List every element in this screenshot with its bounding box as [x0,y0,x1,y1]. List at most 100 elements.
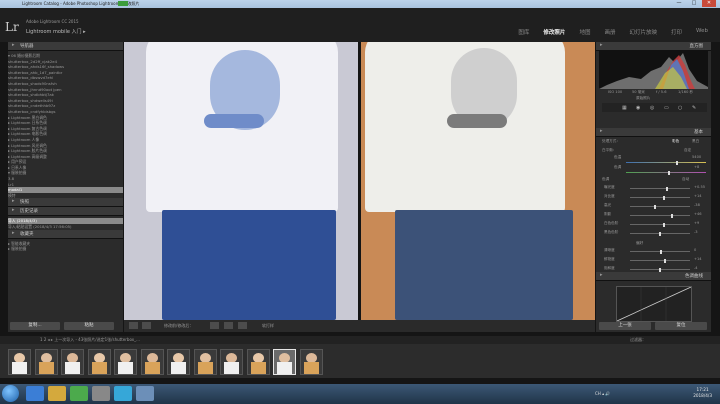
slider-value[interactable]: 0 [694,248,696,252]
white-balance-select[interactable]: 自定 [684,148,691,153]
close-button[interactable]: ✕ [702,0,716,7]
filmstrip-source[interactable]: 1 2 ◂ ▸ 上一次导入 - 43张照片/选定1张/shutterbox_..… [40,337,140,343]
slider-value[interactable]: +46 [694,212,702,216]
temp-value[interactable]: 5400 [692,155,701,159]
adjustment-slider[interactable] [630,204,690,209]
module-print[interactable]: 打印 [671,28,682,36]
slider-value[interactable]: +14 [694,257,702,261]
adjustment-slider[interactable] [630,186,690,191]
adjustment-slider[interactable] [630,258,690,263]
module-library[interactable]: 图库 [518,28,529,36]
filmstrip-thumbnail[interactable] [193,349,217,375]
loupe-view-icon[interactable] [129,322,138,329]
radial-filter-icon[interactable]: ○ [678,105,682,111]
tint-value[interactable]: +8 [694,165,699,169]
slider-knob[interactable] [670,213,673,218]
slider-knob[interactable] [654,204,656,209]
filmstrip-thumbnail[interactable] [167,349,190,375]
reset-button[interactable]: 复位 [655,322,707,330]
swap-icon[interactable] [210,322,219,329]
graduated-filter-icon[interactable]: ▭ [664,105,669,111]
before-after-icon[interactable] [142,322,151,329]
filmstrip-thumbnail[interactable] [87,349,111,375]
filmstrip-thumbnail[interactable] [114,349,137,375]
tint-slider-knob[interactable] [668,170,670,175]
previous-button[interactable]: 上一张 [599,322,651,330]
treatment-bw-option[interactable]: 黑白 [692,139,699,144]
softproof-label[interactable]: 软打样 [262,323,274,329]
identity-plate-line2[interactable]: Lightroom mobile 入门 ▸ [26,28,86,35]
collections-header[interactable]: 收藏夹 [8,229,123,239]
temp-slider[interactable] [626,160,706,165]
system-tray[interactable]: CH ▴ 🔊 [595,391,610,396]
slider-knob[interactable] [659,231,662,236]
filter-label[interactable]: 过滤器： [630,337,646,343]
histogram[interactable] [599,51,708,89]
basic-header[interactable]: 基本 [596,128,711,137]
adjustment-brush-icon[interactable]: ✎ [692,105,696,111]
slider-value[interactable]: +9 [694,221,699,225]
snapshots-header[interactable]: 快照 [8,198,123,208]
paste-settings-button[interactable]: 粘贴 [64,322,114,330]
slider-value[interactable]: -3 [694,230,698,234]
filmstrip-thumbnail[interactable] [61,349,84,375]
filmstrip-thumbnail[interactable] [299,349,323,375]
slider-knob[interactable] [663,195,665,200]
slider-knob[interactable] [663,258,666,263]
filmstrip-thumbnail[interactable] [246,349,270,375]
adjustment-slider[interactable] [630,222,690,227]
adjustment-slider[interactable] [630,249,690,254]
adjustment-slider[interactable] [630,195,690,200]
wechat-taskbar-icon[interactable] [70,386,88,401]
copy-settings-button[interactable]: 复制... [10,322,60,330]
spot-removal-icon[interactable]: ◉ [636,105,640,111]
adjustment-slider[interactable] [630,231,690,236]
module-slideshow[interactable]: 幻灯片放映 [629,28,657,36]
after-photo[interactable] [361,42,595,320]
module-develop[interactable]: 修改照片 [543,28,565,36]
lightroom-taskbar-icon[interactable] [114,386,132,401]
before-photo[interactable] [124,42,358,320]
redeye-icon[interactable]: ◎ [650,105,654,111]
crop-tool-icon[interactable]: ▦ [622,105,627,111]
slider-knob[interactable] [663,222,665,227]
slider-value[interactable]: -4 [694,266,698,270]
slider-value[interactable]: +0.55 [694,185,705,189]
slider-knob[interactable] [660,249,662,254]
minimize-button[interactable]: — [672,0,686,7]
filmstrip-thumbnail[interactable] [273,349,296,375]
copy-after-icon[interactable] [238,322,247,329]
adjustment-slider[interactable] [630,213,690,218]
temp-slider-knob[interactable] [676,160,678,165]
tone-curve-graph[interactable] [616,286,692,322]
history-header[interactable]: 历史记录 [8,207,123,217]
navigator-header[interactable]: 导航器 [8,42,123,51]
ie-taskbar-icon[interactable] [26,386,44,401]
auto-tone-button[interactable]: 自动 [682,177,689,182]
adjustment-slider[interactable] [630,267,690,272]
app-taskbar-icon[interactable] [136,386,154,401]
histogram-header[interactable]: 直方图 [596,42,711,51]
explorer-taskbar-icon[interactable] [48,386,66,401]
filmstrip-thumbnail[interactable] [140,349,164,375]
taskbar-clock[interactable]: 17:21 2018/4/3 [693,387,712,399]
treatment-color-option[interactable]: 彩色 [672,139,679,144]
filmstrip-thumbnail[interactable] [8,349,31,375]
module-map[interactable]: 地图 [579,28,590,36]
copy-before-icon[interactable] [224,322,233,329]
filmstrip-thumbnail[interactable] [220,349,243,375]
slider-knob[interactable] [666,186,668,191]
collection-item[interactable]: ▸ 服装拍摄 [8,246,123,252]
filmstrip-thumbnail[interactable] [34,349,58,375]
module-web[interactable]: Web [696,28,708,36]
tint-slider[interactable] [626,170,706,175]
slider-knob[interactable] [658,267,661,272]
tone-curve-header[interactable]: 色调曲线 [596,272,711,281]
slider-value[interactable]: +14 [694,194,702,198]
module-book[interactable]: 画册 [604,28,615,36]
slider-value[interactable]: -38 [694,203,700,207]
start-button-icon[interactable] [2,385,19,402]
histogram-header-label: 直方图 [689,44,704,49]
app-taskbar-icon[interactable] [92,386,110,401]
maximize-button[interactable]: □ [687,0,701,7]
